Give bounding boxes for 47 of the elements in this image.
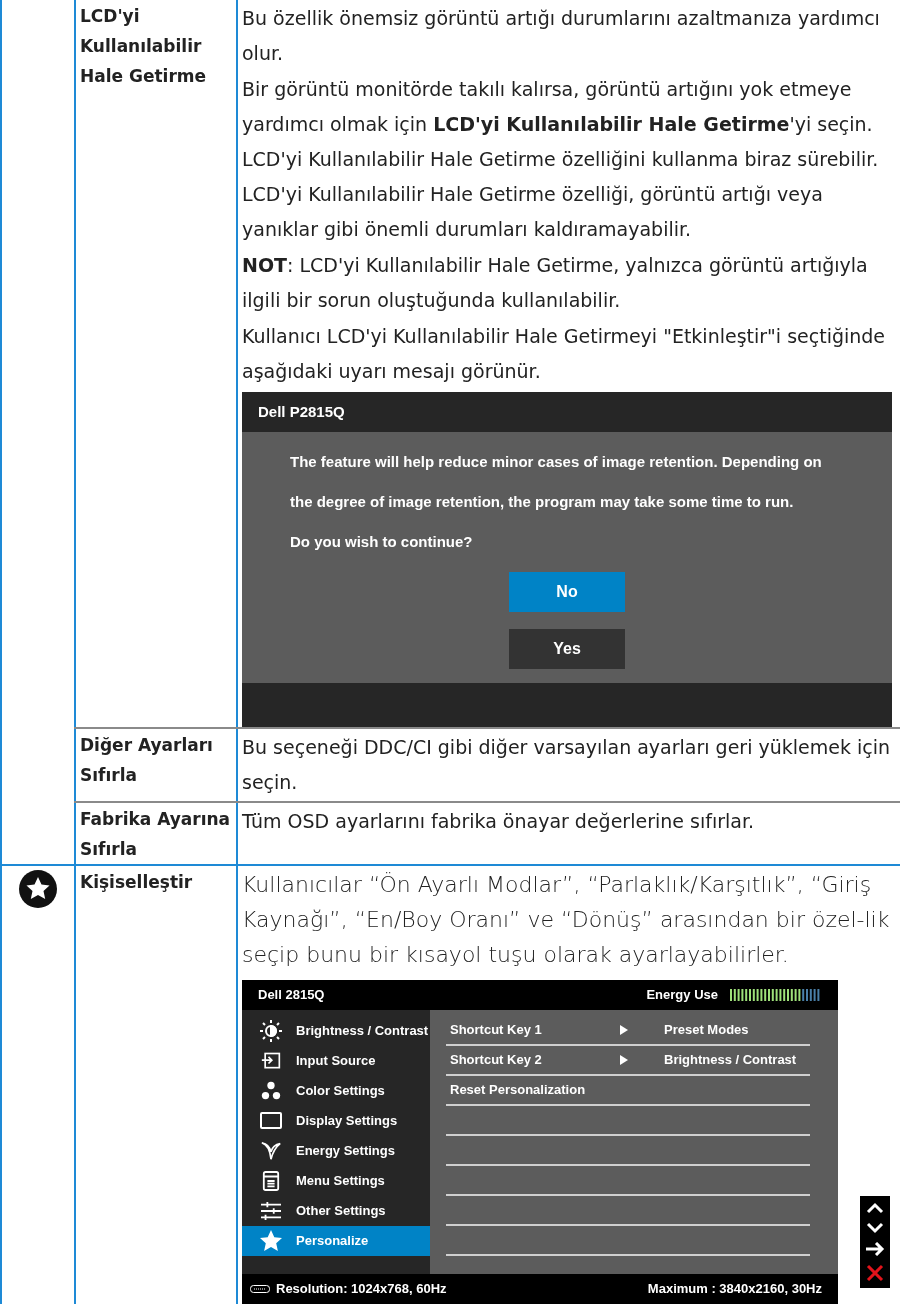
paragraph: Bu seçeneği DDC/CI gibi diğer varsayılan ayarları geri yüklemek için seçin. bbox=[242, 735, 892, 795]
paragraph: Bu özellik önemsiz görüntü artığı durumlarını azaltmanıza yardımcı olur. bbox=[242, 6, 881, 66]
osd-title: Dell 2815Q bbox=[258, 986, 325, 1005]
row-label: Diğer Ayarları Sıfırla bbox=[80, 734, 214, 787]
osd-menu-item[interactable]: Input Source bbox=[242, 1046, 430, 1076]
triangle-icon bbox=[620, 1055, 628, 1065]
right-arrow-icon[interactable] bbox=[865, 1242, 885, 1256]
resolution-text: Resolution: 1024x768, 60Hz bbox=[276, 1280, 447, 1299]
row-label: Fabrika Ayarına Sıfırla bbox=[80, 808, 232, 861]
dialog-text: Do you wish to continue? bbox=[290, 532, 474, 552]
osd-menu-item[interactable]: Menu Settings bbox=[242, 1166, 430, 1196]
star-circle-icon bbox=[19, 870, 57, 908]
maximum-text: Maximum : 3840x2160, 30Hz bbox=[647, 1280, 823, 1299]
paragraph: Bir görüntü monitörde takılı kalırsa, görüntü artığını yok etmeye yardımcı olmak için LCD'yi Kullanılabilir Hale Getirme'yi seçin. LCD'yi Kullanılabilir Hale Getirme özelliğini kullanma biraz sürebilir. LCD'yi Kullanılabilir Hale Getirme özelliği, görüntü artığı veya yanıklar gibi önemli durumları kaldıramayabilir. bbox=[242, 77, 880, 242]
paragraph: Tüm OSD ayarlarını fabrika önayar değerlerine sıfırlar. bbox=[242, 809, 755, 834]
sun-icon bbox=[259, 1019, 283, 1043]
dialog-title: Dell P2815Q bbox=[242, 392, 892, 432]
osd-menu-item[interactable]: Brightness / Contrast bbox=[242, 1016, 430, 1046]
dialog-text: the degree of image retention, the program may take some time to run. bbox=[290, 492, 795, 512]
dialog-text: The feature will help reduce minor cases of image retention. Depending on bbox=[290, 452, 823, 472]
close-icon[interactable] bbox=[866, 1264, 884, 1282]
paragraph: Kullanıcılar “Ön Ayarlı Modlar”, “Parlaklık/Karşıtlık”, “Giriş Kaynağı”, “En/Boy Oranı” ve “Dönüş” arasından bir özel-lik seçip bunu bir kısayol tuşu olarak ayarlayabilirler. bbox=[242, 871, 891, 969]
sliders-icon bbox=[259, 1201, 283, 1221]
triangle-icon bbox=[620, 1025, 628, 1035]
option-label: Shortcut Key 1 bbox=[450, 1022, 542, 1038]
rectangle-icon bbox=[259, 1111, 283, 1131]
option-value: Preset Modes bbox=[664, 1021, 749, 1040]
connector-icon bbox=[250, 1285, 270, 1293]
row-label: LCD'yi Kullanılabilir Hale Getirme bbox=[80, 5, 208, 88]
option-label: Shortcut Key 2 bbox=[450, 1052, 542, 1068]
dialog-button[interactable]: Yes bbox=[509, 629, 625, 669]
osd-menu-item[interactable]: Other Settings bbox=[242, 1196, 430, 1226]
input-arrow-icon bbox=[259, 1051, 283, 1071]
paragraph: NOT: LCD'yi Kullanılabilir Hale Getirme, yalnızca görüntü artığıyla ilgili bir sorun oluştuğunda kullanılabilir. bbox=[242, 253, 869, 313]
energy-label: Energy Use bbox=[646, 986, 718, 1005]
document-icon bbox=[262, 1170, 280, 1192]
option-label: Reset Personalization bbox=[450, 1082, 586, 1098]
osd-menu-item[interactable]: Display Settings bbox=[242, 1106, 430, 1136]
osd-menu-item[interactable]: Color Settings bbox=[242, 1076, 430, 1106]
osd-menu-item[interactable]: Energy Settings bbox=[242, 1136, 430, 1166]
row-label: Kişiselleştir bbox=[80, 871, 194, 894]
star-icon bbox=[259, 1229, 283, 1253]
osd-menu-item[interactable]: Personalize bbox=[242, 1226, 430, 1256]
dialog-button[interactable]: No bbox=[509, 572, 625, 612]
dots-icon bbox=[260, 1080, 282, 1102]
option-value: Brightness / Contrast bbox=[664, 1051, 797, 1070]
paragraph: Kullanıcı LCD'yi Kullanılabilir Hale Getirmeyi "Etkinleştir"i seçtiğinde aşağıdaki uyarı mesajı görünür. bbox=[242, 324, 887, 384]
